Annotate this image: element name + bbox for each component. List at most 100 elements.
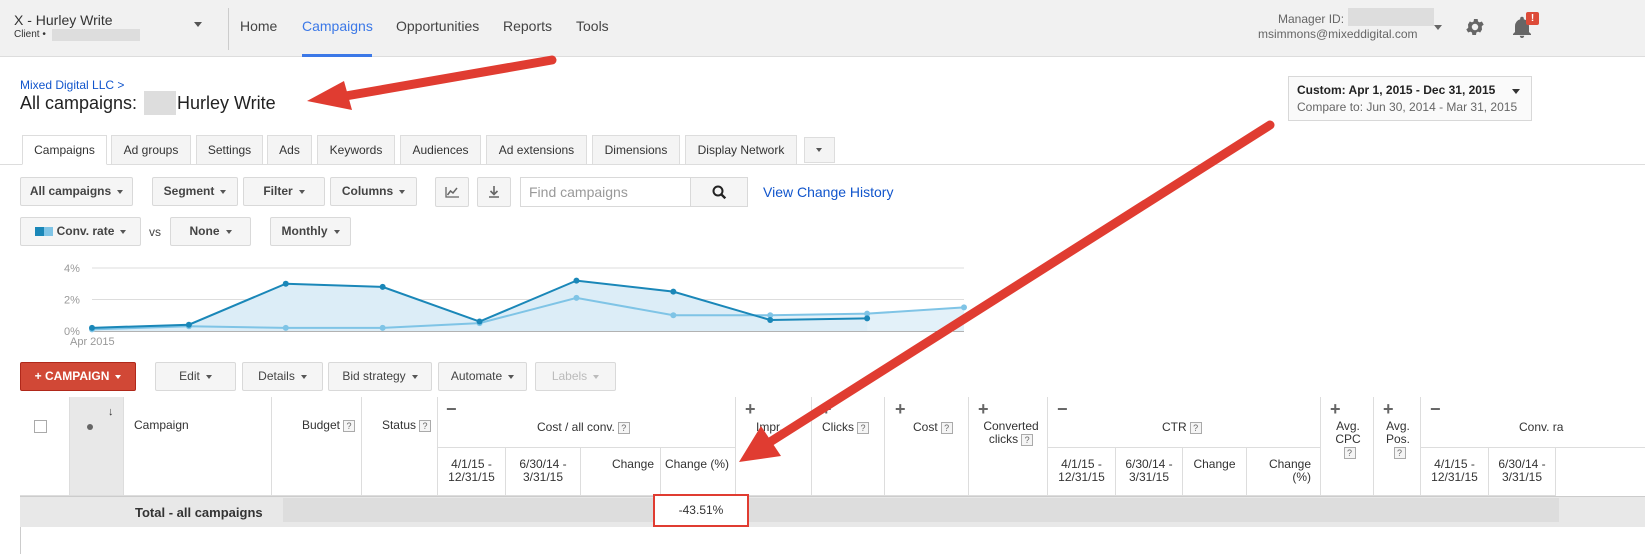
- date-range-picker[interactable]: Custom: Apr 1, 2015 - Dec 31, 2015 Compa…: [1288, 76, 1532, 121]
- chart-point[interactable]: [961, 304, 967, 311]
- chart-point[interactable]: [89, 324, 95, 331]
- ctr-period1[interactable]: 4/1/15 - 12/31/15: [1048, 448, 1116, 496]
- tab-campaigns[interactable]: Campaigns: [22, 135, 107, 165]
- view-change-history-link[interactable]: View Change History: [763, 184, 893, 200]
- account-menu-caret-icon[interactable]: [1434, 25, 1442, 30]
- chart-point[interactable]: [282, 324, 289, 331]
- converted-clicks-column-header[interactable]: + Converted clicks?: [969, 397, 1048, 496]
- filter-dropdown[interactable]: Filter: [243, 177, 325, 206]
- account-dropdown-icon[interactable]: [194, 22, 202, 27]
- cost-conv-period1[interactable]: 4/1/15 - 12/31/15: [438, 448, 506, 496]
- help-icon[interactable]: ?: [1189, 421, 1202, 434]
- ctr-change[interactable]: Change: [1183, 448, 1247, 496]
- impr-column-header[interactable]: + Impr.: [736, 397, 812, 496]
- chart-point[interactable]: [476, 318, 483, 325]
- search-button[interactable]: [690, 177, 748, 207]
- avg-cpc-column-header[interactable]: + Avg. CPC?: [1321, 397, 1374, 496]
- search-input[interactable]: [520, 177, 692, 207]
- clicks-column-header[interactable]: + Clicks?: [812, 397, 885, 496]
- expand-icon[interactable]: +: [745, 399, 756, 420]
- conv-rate-period2[interactable]: 6/30/14 - 3/31/15: [1489, 448, 1556, 496]
- metric1-dropdown[interactable]: Conv. rate: [20, 217, 141, 246]
- expand-icon[interactable]: +: [895, 399, 906, 420]
- status-column-header[interactable]: Status?: [362, 397, 438, 496]
- add-campaign-button[interactable]: + CAMPAIGN: [20, 362, 136, 391]
- chart-point[interactable]: [185, 321, 192, 328]
- expand-icon[interactable]: +: [978, 399, 989, 420]
- cost-conv-header[interactable]: Cost / all conv.?: [537, 420, 630, 434]
- tab-dimensions[interactable]: Dimensions: [592, 135, 680, 165]
- metric2-dropdown[interactable]: None: [170, 217, 251, 246]
- gear-icon[interactable]: [1464, 16, 1486, 38]
- cost-column-header[interactable]: + Cost?: [885, 397, 969, 496]
- collapse-icon[interactable]: −: [1057, 399, 1068, 420]
- chart-point[interactable]: [379, 324, 386, 331]
- toggle-graph-button[interactable]: [435, 177, 469, 207]
- help-icon[interactable]: ?: [1343, 446, 1356, 459]
- tab-keywords[interactable]: Keywords: [317, 135, 395, 165]
- chart-point[interactable]: [767, 316, 774, 323]
- chart-point[interactable]: [282, 280, 289, 287]
- nav-opportunities[interactable]: Opportunities: [396, 18, 479, 34]
- tab-audiences[interactable]: Audiences: [400, 135, 481, 165]
- segment-dropdown[interactable]: Segment: [152, 177, 238, 206]
- notification-badge: !: [1526, 12, 1539, 25]
- details-dropdown[interactable]: Details: [242, 362, 323, 391]
- conv-rate-label[interactable]: Conv. ra: [1519, 420, 1563, 434]
- status-dot-column[interactable]: ↓: [70, 397, 124, 496]
- avg-pos-column-header[interactable]: + Avg. Pos.?: [1374, 397, 1421, 496]
- edit-dropdown[interactable]: Edit: [155, 362, 236, 391]
- expand-icon[interactable]: +: [1330, 399, 1341, 420]
- nav-campaigns[interactable]: Campaigns: [302, 18, 373, 34]
- ctr-change-pct[interactable]: Change (%): [1247, 448, 1321, 496]
- chart-point[interactable]: [573, 277, 580, 284]
- automate-dropdown[interactable]: Automate: [438, 362, 527, 391]
- expand-icon[interactable]: +: [1383, 399, 1394, 420]
- chart-x-label: Apr 2015: [70, 336, 115, 348]
- tab-ad-groups[interactable]: Ad groups: [111, 135, 191, 165]
- help-icon[interactable]: ?: [617, 421, 630, 434]
- help-icon[interactable]: ?: [857, 421, 869, 434]
- help-icon[interactable]: ?: [419, 419, 431, 432]
- cost-conv-change-pct[interactable]: Change (%): [661, 448, 736, 496]
- nav-tools[interactable]: Tools: [576, 18, 609, 34]
- chart-point[interactable]: [379, 283, 386, 290]
- help-icon[interactable]: ?: [343, 419, 355, 432]
- conv-rate-group-header: − Conv. ra: [1421, 397, 1645, 448]
- budget-column-header[interactable]: Budget?: [272, 397, 362, 496]
- help-icon[interactable]: ?: [1021, 433, 1034, 446]
- labels-dropdown[interactable]: Labels: [535, 362, 616, 391]
- breadcrumb[interactable]: Mixed Digital LLC >: [20, 78, 124, 92]
- chevron-down-icon: [1512, 89, 1520, 94]
- tab-display-network[interactable]: Display Network: [685, 135, 797, 165]
- columns-dropdown[interactable]: Columns: [330, 177, 417, 206]
- tab-ads[interactable]: Ads: [267, 135, 312, 165]
- manager-email[interactable]: msimmons@mixeddigital.com: [1258, 27, 1418, 41]
- help-icon[interactable]: ?: [940, 421, 953, 434]
- select-all-checkbox[interactable]: [34, 420, 47, 433]
- chart-point[interactable]: [864, 315, 871, 322]
- tab-settings[interactable]: Settings: [196, 135, 263, 165]
- period-dropdown[interactable]: Monthly: [270, 217, 351, 246]
- nav-reports[interactable]: Reports: [503, 18, 552, 34]
- help-icon[interactable]: ?: [1393, 446, 1406, 459]
- all-campaigns-dropdown[interactable]: All campaigns: [20, 177, 133, 206]
- chart-point[interactable]: [670, 312, 677, 319]
- collapse-icon[interactable]: −: [1430, 399, 1441, 420]
- conv-rate-period1[interactable]: 4/1/15 - 12/31/15: [1421, 448, 1489, 496]
- chart-point[interactable]: [670, 288, 677, 295]
- ctr-period2[interactable]: 6/30/14 - 3/31/15: [1116, 448, 1183, 496]
- download-button[interactable]: [477, 177, 511, 207]
- more-tabs-button[interactable]: [804, 137, 835, 163]
- ctr-header[interactable]: CTR?: [1162, 420, 1202, 434]
- cost-conv-change[interactable]: Change: [581, 448, 661, 496]
- account-name[interactable]: X - Hurley Write: [14, 12, 113, 28]
- chart-point[interactable]: [573, 294, 580, 301]
- collapse-icon[interactable]: −: [446, 399, 457, 420]
- campaign-column-header[interactable]: Campaign: [124, 397, 272, 496]
- cost-conv-period2[interactable]: 6/30/14 - 3/31/15: [506, 448, 581, 496]
- tab-ad-extensions[interactable]: Ad extensions: [486, 135, 587, 165]
- nav-home[interactable]: Home: [240, 18, 277, 34]
- bid-strategy-dropdown[interactable]: Bid strategy: [328, 362, 432, 391]
- expand-icon[interactable]: +: [821, 399, 832, 420]
